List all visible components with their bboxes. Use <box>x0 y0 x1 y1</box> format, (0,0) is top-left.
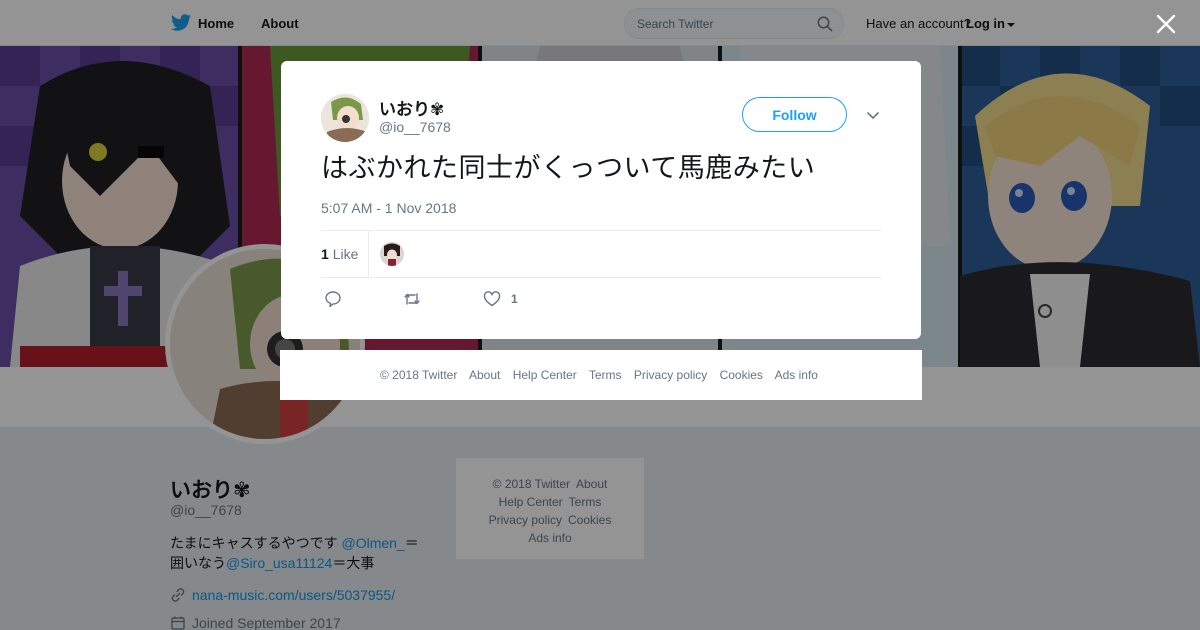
avatar-artwork <box>380 242 404 266</box>
footer-help-link[interactable]: Help Center <box>513 368 577 382</box>
reply-icon[interactable] <box>323 289 343 309</box>
tweet-stats: 1 Like <box>321 230 881 278</box>
modal-footer: © 2018 Twitter About Help Center Terms P… <box>280 350 922 400</box>
footer-about-link[interactable]: About <box>469 368 500 382</box>
footer-cookies-link[interactable]: Cookies <box>720 368 763 382</box>
tweet-timestamp[interactable]: 5:07 AM - 1 Nov 2018 <box>321 200 456 216</box>
close-icon[interactable] <box>1154 12 1178 36</box>
retweet-icon[interactable] <box>402 289 422 309</box>
likes-label: Like <box>332 246 359 262</box>
tweet-text: はぶかれた同士がくっついて馬鹿みたい <box>321 153 816 184</box>
heart-icon[interactable] <box>482 289 502 309</box>
likes-count: 1 <box>321 246 329 262</box>
avatar-artwork <box>321 94 369 142</box>
footer-privacy-link[interactable]: Privacy policy <box>634 368 707 382</box>
likes-stat[interactable]: 1 Like <box>321 246 358 262</box>
follow-button[interactable]: Follow <box>742 97 847 132</box>
stats-divider <box>368 231 369 277</box>
liker-avatar[interactable] <box>380 242 404 266</box>
tweet-modal: いおり✾ @io__7678 Follow はぶかれた同士がくっついて馬鹿みたい… <box>281 61 921 339</box>
footer-ads-link[interactable]: Ads info <box>775 368 818 382</box>
footer-copyright: © 2018 Twitter <box>380 368 458 382</box>
footer-terms-link[interactable]: Terms <box>589 368 622 382</box>
like-action-count: 1 <box>511 292 518 306</box>
tweet-author-handle[interactable]: @io__7678 <box>379 119 451 135</box>
tweet-actions: 1 <box>321 289 621 309</box>
tweet-author-avatar[interactable] <box>321 94 369 142</box>
tweet-author-name[interactable]: いおり✾ <box>379 95 444 120</box>
chevron-down-icon[interactable] <box>865 107 881 123</box>
